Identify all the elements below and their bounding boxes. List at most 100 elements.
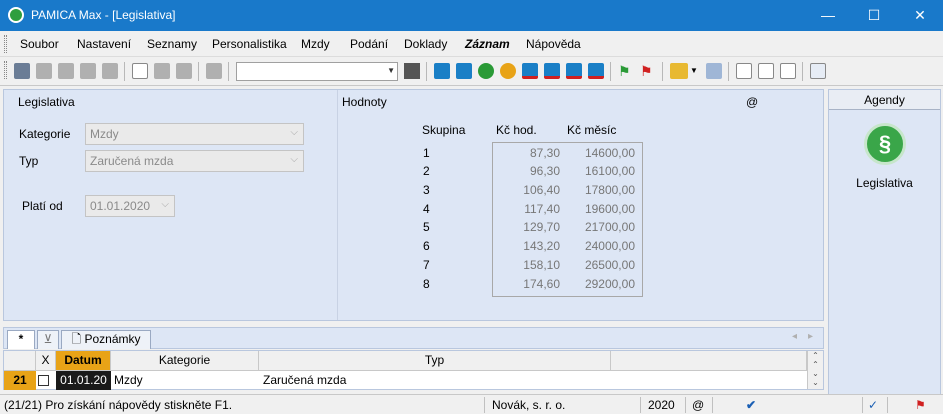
monthly-rate: 19600,00 (584, 202, 635, 216)
plati-od-label: Platí od (22, 199, 63, 213)
menu-personalistika[interactable]: Personalistika (212, 37, 287, 51)
month-last-icon[interactable] (588, 63, 604, 79)
typ-value: Zaručená mzda (90, 154, 174, 168)
hourly-rate: 174,60 (523, 277, 560, 291)
chevron-down-icon: ⌵ (290, 154, 298, 165)
check-circle-icon[interactable]: ✓ (868, 398, 878, 412)
print-preview-icon[interactable] (80, 63, 96, 79)
cell-kategorie[interactable]: Mzdy (114, 371, 254, 390)
kategorie-select[interactable]: Mzdy ⌵ (85, 123, 304, 145)
print-icon[interactable] (58, 63, 74, 79)
folder-dropdown-icon[interactable]: ▼ (690, 63, 698, 79)
help-icon[interactable] (810, 63, 826, 79)
filter-icon[interactable] (404, 63, 420, 79)
at-sign: @ (746, 95, 759, 109)
group-number: 2 (423, 164, 430, 178)
close-button[interactable]: ✕ (897, 0, 943, 31)
chevron-down-icon: ⌵ (161, 199, 169, 210)
col-kategorie[interactable]: Kategorie (111, 351, 259, 371)
agendy-header[interactable]: Agendy (829, 90, 940, 110)
section-legislativa: Legislativa (18, 95, 75, 109)
menu-seznamy[interactable]: Seznamy (147, 37, 197, 51)
person-green-icon[interactable] (478, 63, 494, 79)
menu-soubor[interactable]: Soubor (20, 37, 59, 51)
row-number[interactable]: 21 (4, 371, 36, 390)
app-icon (8, 7, 24, 23)
group-number: 8 (423, 277, 430, 291)
folder-icon[interactable] (670, 63, 688, 79)
toolbar-separator (728, 62, 729, 81)
paragraph-icon[interactable]: § (864, 123, 906, 165)
new-record-icon[interactable] (132, 63, 148, 79)
col-x[interactable]: X (36, 351, 56, 371)
hourly-rate: 129,70 (523, 220, 560, 234)
cell-datum[interactable]: 01.01.20 (56, 371, 111, 390)
report-icon[interactable] (780, 63, 796, 79)
group-number: 4 (423, 202, 430, 216)
agenda-legislativa[interactable]: Legislativa (829, 176, 940, 190)
copy-record-icon[interactable] (36, 63, 52, 79)
toolbar-separator (198, 62, 199, 81)
toolbar-separator (228, 62, 229, 81)
hourly-rate: 158,10 (523, 258, 560, 272)
menu-napoveda[interactable]: Nápověda (526, 37, 581, 51)
list-icon[interactable] (758, 63, 774, 79)
red-flag-icon[interactable]: ⚑ (915, 398, 926, 412)
save-icon[interactable] (154, 63, 170, 79)
chevron-down-icon: ⌵ (290, 127, 298, 138)
menu-podani[interactable]: Podání (350, 37, 388, 51)
green-flag-icon[interactable]: ⚑ (618, 63, 634, 79)
tab-bar: * ⊻ 🗋 Poznámky ◂ ▸ (3, 327, 824, 349)
tab-poznamky[interactable]: 🗋 Poznámky (61, 330, 151, 349)
month-first-icon[interactable] (522, 63, 538, 79)
col-typ[interactable]: Typ (259, 351, 611, 371)
group-number: 3 (423, 183, 430, 197)
employee-up-icon[interactable] (456, 63, 472, 79)
exit-icon[interactable] (14, 63, 30, 79)
pen-check-icon[interactable]: ✔ (746, 398, 756, 412)
quick-search-combo[interactable]: ▼ (236, 62, 398, 81)
print-setup-icon[interactable] (102, 63, 118, 79)
duplicate-icon[interactable] (206, 63, 222, 79)
minimize-button[interactable]: — (805, 0, 851, 31)
table-row[interactable] (38, 371, 52, 390)
monthly-rate: 26500,00 (584, 258, 635, 272)
save-all-icon[interactable] (176, 63, 192, 79)
row-checkbox[interactable] (38, 375, 49, 386)
monthly-rate: 14600,00 (584, 146, 635, 160)
menubar-grip[interactable] (4, 35, 7, 53)
tab-all[interactable]: * (7, 330, 35, 349)
tab-scroll-right-icon[interactable]: ▸ (808, 331, 813, 342)
month-next-icon[interactable] (566, 63, 582, 79)
grid-scrollbar[interactable]: ⌃ ⌃ ⌄ ⌄ (807, 351, 823, 389)
month-prev-icon[interactable] (544, 63, 560, 79)
toolbar-separator (124, 62, 125, 81)
message-icon[interactable] (736, 63, 752, 79)
menu-bar: Soubor Nastavení Seznamy Personalistika … (0, 31, 943, 57)
hourly-rate: 96,30 (529, 164, 560, 178)
plati-od-date[interactable]: 01.01.2020 ⌵ (85, 195, 175, 217)
section-hodnoty: Hodnoty (342, 95, 387, 109)
monthly-rate: 17800,00 (584, 183, 635, 197)
menu-doklady[interactable]: Doklady (404, 37, 447, 51)
tab-scroll-left-icon[interactable]: ◂ (792, 331, 797, 342)
person-orange-icon[interactable] (500, 63, 516, 79)
menu-mzdy[interactable]: Mzdy (301, 37, 330, 51)
chevron-down-icon[interactable]: ▼ (387, 66, 395, 75)
status-separator (862, 397, 863, 413)
col-datum[interactable]: Datum (56, 351, 111, 371)
cell-typ[interactable]: Zaručená mzda (263, 371, 603, 390)
typ-select[interactable]: Zaručená mzda ⌵ (85, 150, 304, 172)
red-flag-icon[interactable]: ⚑ (640, 63, 656, 79)
toolbar-grip[interactable] (4, 61, 7, 79)
toolbar-separator (802, 62, 803, 81)
tab-filter[interactable]: ⊻ (37, 330, 59, 349)
panel-divider (337, 90, 338, 320)
employee-m-icon[interactable] (434, 63, 450, 79)
status-year: 2020 (648, 398, 675, 412)
monthly-rate: 29200,00 (584, 277, 635, 291)
menu-nastaveni[interactable]: Nastavení (77, 37, 131, 51)
menu-zaznam[interactable]: Záznam (465, 37, 510, 51)
calculator-icon[interactable] (706, 63, 722, 79)
maximize-button[interactable]: ☐ (851, 0, 897, 31)
